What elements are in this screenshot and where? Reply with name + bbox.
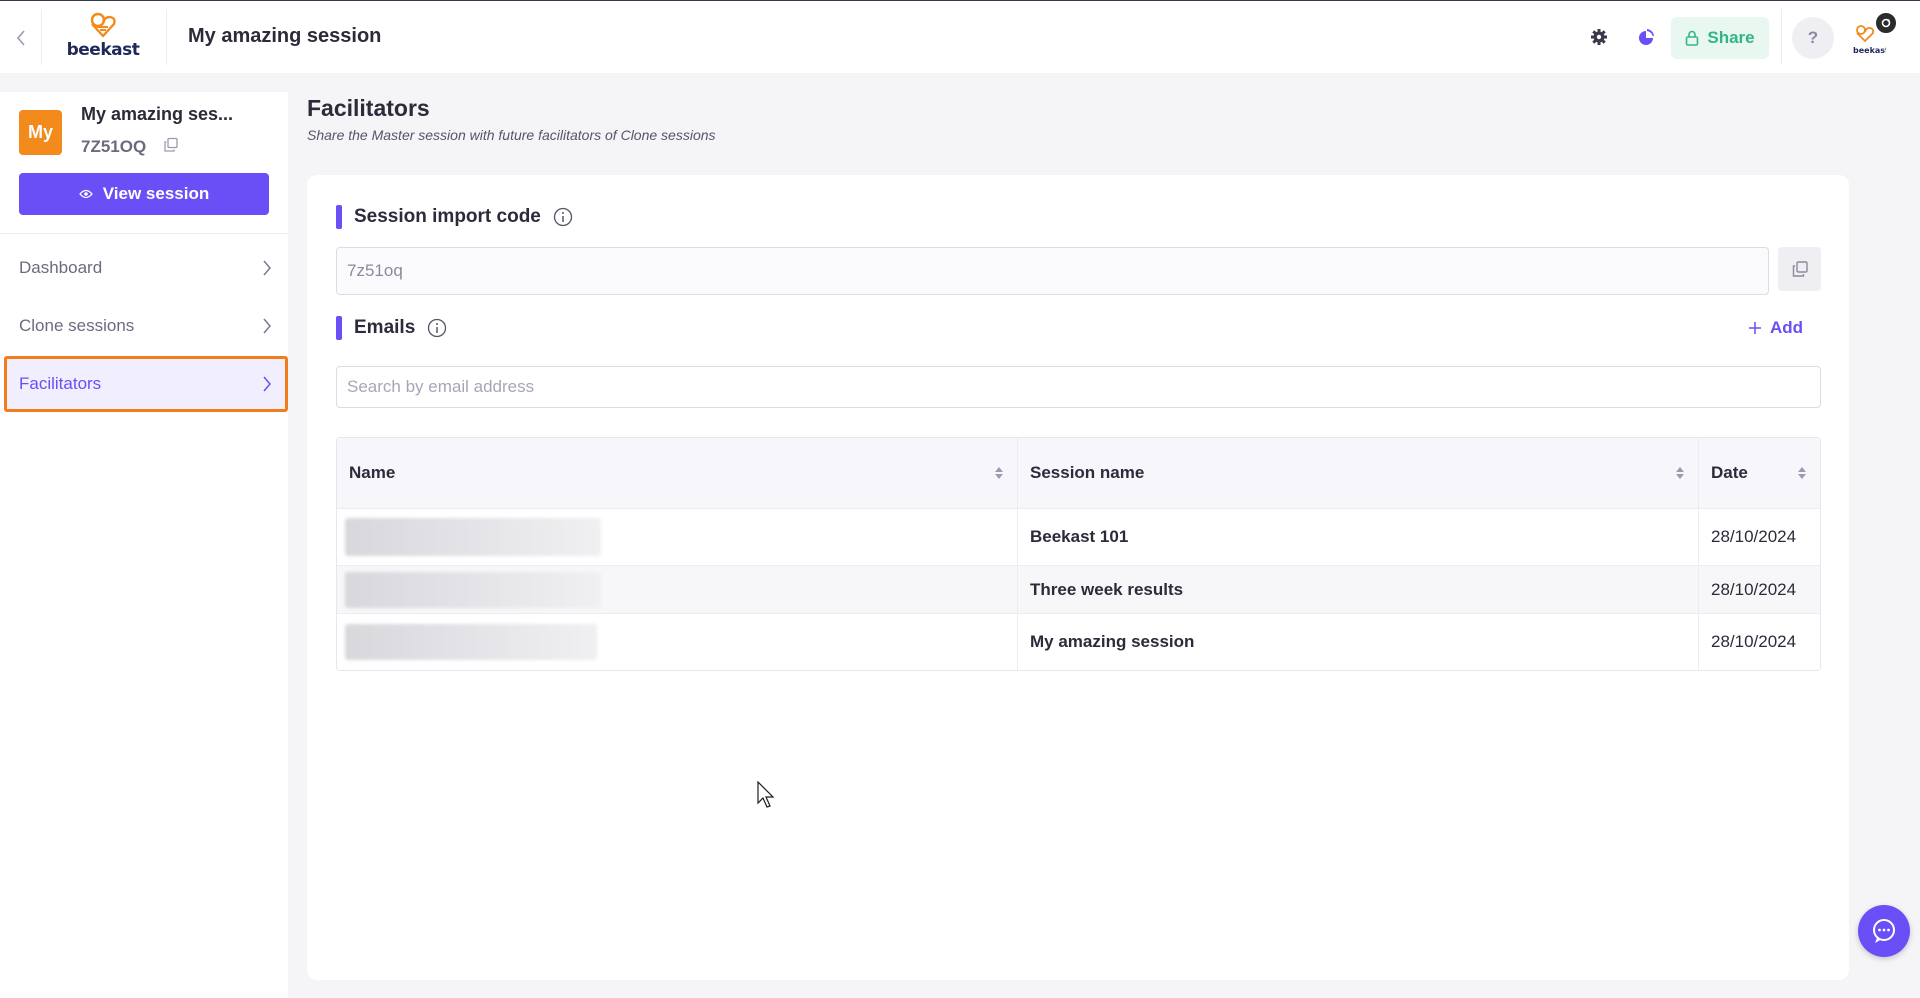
view-session-button[interactable]: View session	[19, 173, 269, 215]
table-header-row: Name Session name Date	[337, 438, 1820, 508]
add-label: Add	[1770, 318, 1804, 337]
column-header-date[interactable]: Date	[1699, 438, 1820, 508]
add-email-button[interactable]: Add	[1748, 318, 1803, 338]
session-name-cell: My amazing session	[1018, 614, 1699, 670]
chevron-left-icon	[16, 29, 25, 46]
share-button[interactable]: Share	[1671, 17, 1769, 59]
session-code: 7Z51OQ	[81, 137, 147, 156]
column-header-session-name[interactable]: Session name	[1018, 438, 1699, 508]
sidebar-item-facilitators[interactable]: Facilitators	[4, 356, 288, 412]
chevron-right-icon	[263, 260, 271, 276]
session-title: My amazing session	[188, 25, 382, 47]
redacted-name	[345, 624, 597, 660]
brand-logo[interactable]: beekast	[62, 11, 144, 61]
chevron-right-icon	[263, 318, 271, 334]
session-name: My amazing ses...	[81, 104, 234, 124]
support-chat-button[interactable]	[1858, 905, 1910, 957]
svg-text:beekast: beekast	[1853, 46, 1886, 55]
date-cell: 28/10/2024	[1711, 579, 1797, 599]
sidebar-item-clone-sessions[interactable]: Clone sessions	[4, 298, 288, 354]
camera-icon	[1881, 18, 1891, 28]
lock-icon	[1686, 30, 1699, 46]
page-subtitle: Share the Master session with future fac…	[307, 127, 716, 143]
share-label: Share	[1707, 28, 1755, 47]
sidebar-item-label: Dashboard	[19, 258, 103, 277]
emails-section-label: Emails	[336, 316, 447, 340]
name-cell	[337, 614, 1018, 670]
cursor-icon	[757, 780, 777, 814]
copy-import-code-button[interactable]	[1778, 247, 1821, 291]
brand-wordmark: beekast	[66, 40, 140, 60]
view-session-label: View session	[102, 184, 210, 203]
emails-label: Emails	[354, 317, 416, 338]
sidebar-item-label: Clone sessions	[19, 316, 135, 335]
beekast-logo-icon	[90, 12, 116, 38]
redacted-name	[345, 518, 601, 556]
date-cell: 28/10/2024	[1711, 632, 1797, 651]
table-row[interactable]: Three week results 28/10/2024	[337, 565, 1820, 613]
session-avatar: My	[19, 110, 62, 155]
redacted-name	[345, 571, 601, 608]
eye-icon	[78, 189, 93, 199]
copy-icon	[164, 137, 178, 152]
sidebar: My My amazing ses... 7Z51OQ View session…	[0, 92, 288, 998]
name-cell	[337, 566, 1018, 613]
section-accent-bar	[336, 316, 342, 340]
table-row[interactable]: Beekast 101 28/10/2024	[337, 508, 1820, 565]
info-icon[interactable]	[427, 318, 447, 338]
sidebar-divider	[0, 233, 288, 234]
page-title: Facilitators	[307, 95, 430, 121]
section-accent-bar	[336, 205, 342, 229]
settings-button[interactable]	[1585, 23, 1613, 51]
gear-icon	[1591, 29, 1607, 45]
divider	[41, 9, 42, 65]
sidebar-item-dashboard[interactable]: Dashboard	[4, 240, 288, 296]
session-name-cell: Beekast 101	[1018, 509, 1699, 565]
column-header-name[interactable]: Name	[337, 438, 1018, 508]
chevron-right-icon	[263, 376, 271, 392]
copy-icon	[1792, 261, 1808, 277]
divider	[166, 9, 167, 65]
sort-icon	[1798, 467, 1806, 479]
plus-icon	[1749, 322, 1761, 334]
table-row[interactable]: My amazing session 28/10/2024	[337, 613, 1820, 670]
avatar-badge	[1874, 11, 1898, 35]
facilitators-table: Name Session name Date Beekast 101 28/10…	[336, 437, 1821, 671]
facilitators-card: Session import code 7z51oq Emails Add Na…	[307, 175, 1849, 980]
sort-icon	[995, 467, 1003, 479]
info-icon[interactable]	[553, 207, 573, 227]
sort-icon	[1676, 467, 1684, 479]
pie-icon	[1639, 29, 1654, 45]
email-search-input[interactable]	[336, 366, 1821, 408]
date-cell: 28/10/2024	[1711, 527, 1797, 546]
user-avatar[interactable]: beekast	[1848, 11, 1898, 61]
sidebar-item-label: Facilitators	[19, 374, 102, 393]
import-code-label: Session import code	[354, 206, 541, 227]
name-cell	[337, 509, 1018, 565]
help-icon: ?	[1807, 28, 1819, 47]
session-name-cell: Three week results	[1018, 566, 1699, 613]
help-button[interactable]: ?	[1792, 17, 1834, 59]
import-code-section-label: Session import code	[336, 205, 573, 229]
top-bar: beekast My amazing session Share ? beeka…	[0, 0, 1920, 73]
copy-code-button[interactable]	[163, 137, 181, 155]
analytics-button[interactable]	[1632, 23, 1660, 51]
chat-support-icon	[1873, 919, 1895, 943]
import-code-field[interactable]: 7z51oq	[336, 247, 1769, 295]
divider	[1781, 9, 1782, 65]
back-button[interactable]	[0, 1, 41, 74]
